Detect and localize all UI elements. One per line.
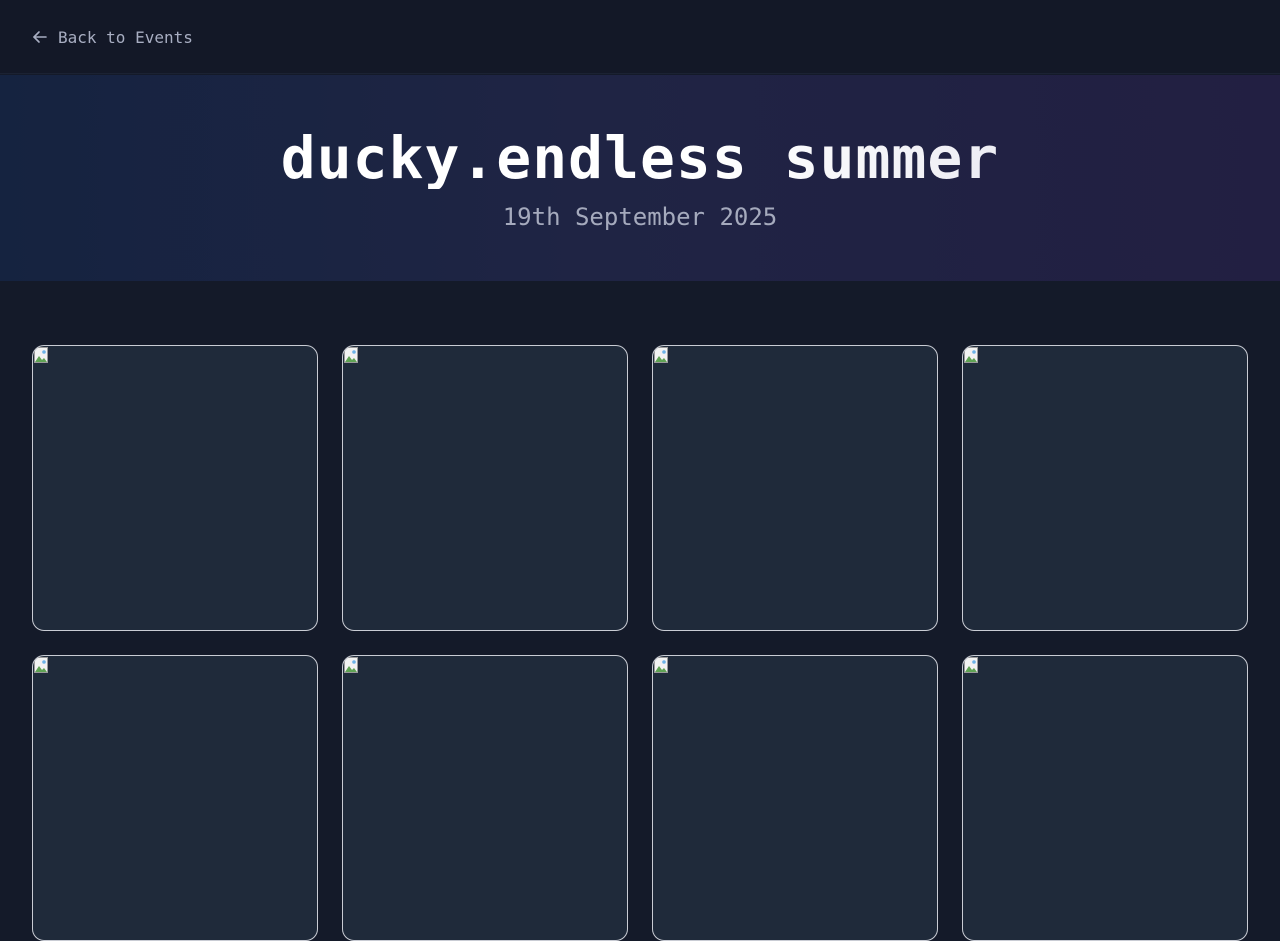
gallery-photo[interactable] <box>652 655 938 941</box>
gallery-photo[interactable] <box>652 345 938 631</box>
gallery-photo[interactable] <box>342 345 628 631</box>
top-bar: Back to Events <box>0 0 1280 74</box>
event-date: 19th September 2025 <box>502 203 778 231</box>
event-hero: ducky.endless summer 19th September 2025 <box>0 75 1280 281</box>
gallery-photo[interactable] <box>32 345 318 631</box>
arrow-left-icon <box>32 29 48 45</box>
gallery-photo[interactable] <box>962 655 1248 941</box>
gallery-photo[interactable] <box>342 655 628 941</box>
photo-gallery <box>32 345 1248 941</box>
back-to-events-link[interactable]: Back to Events <box>32 26 193 48</box>
gallery-photo[interactable] <box>32 655 318 941</box>
gallery-photo[interactable] <box>962 345 1248 631</box>
back-link-label: Back to Events <box>58 27 193 47</box>
event-title: ducky.endless summer <box>0 127 1280 189</box>
